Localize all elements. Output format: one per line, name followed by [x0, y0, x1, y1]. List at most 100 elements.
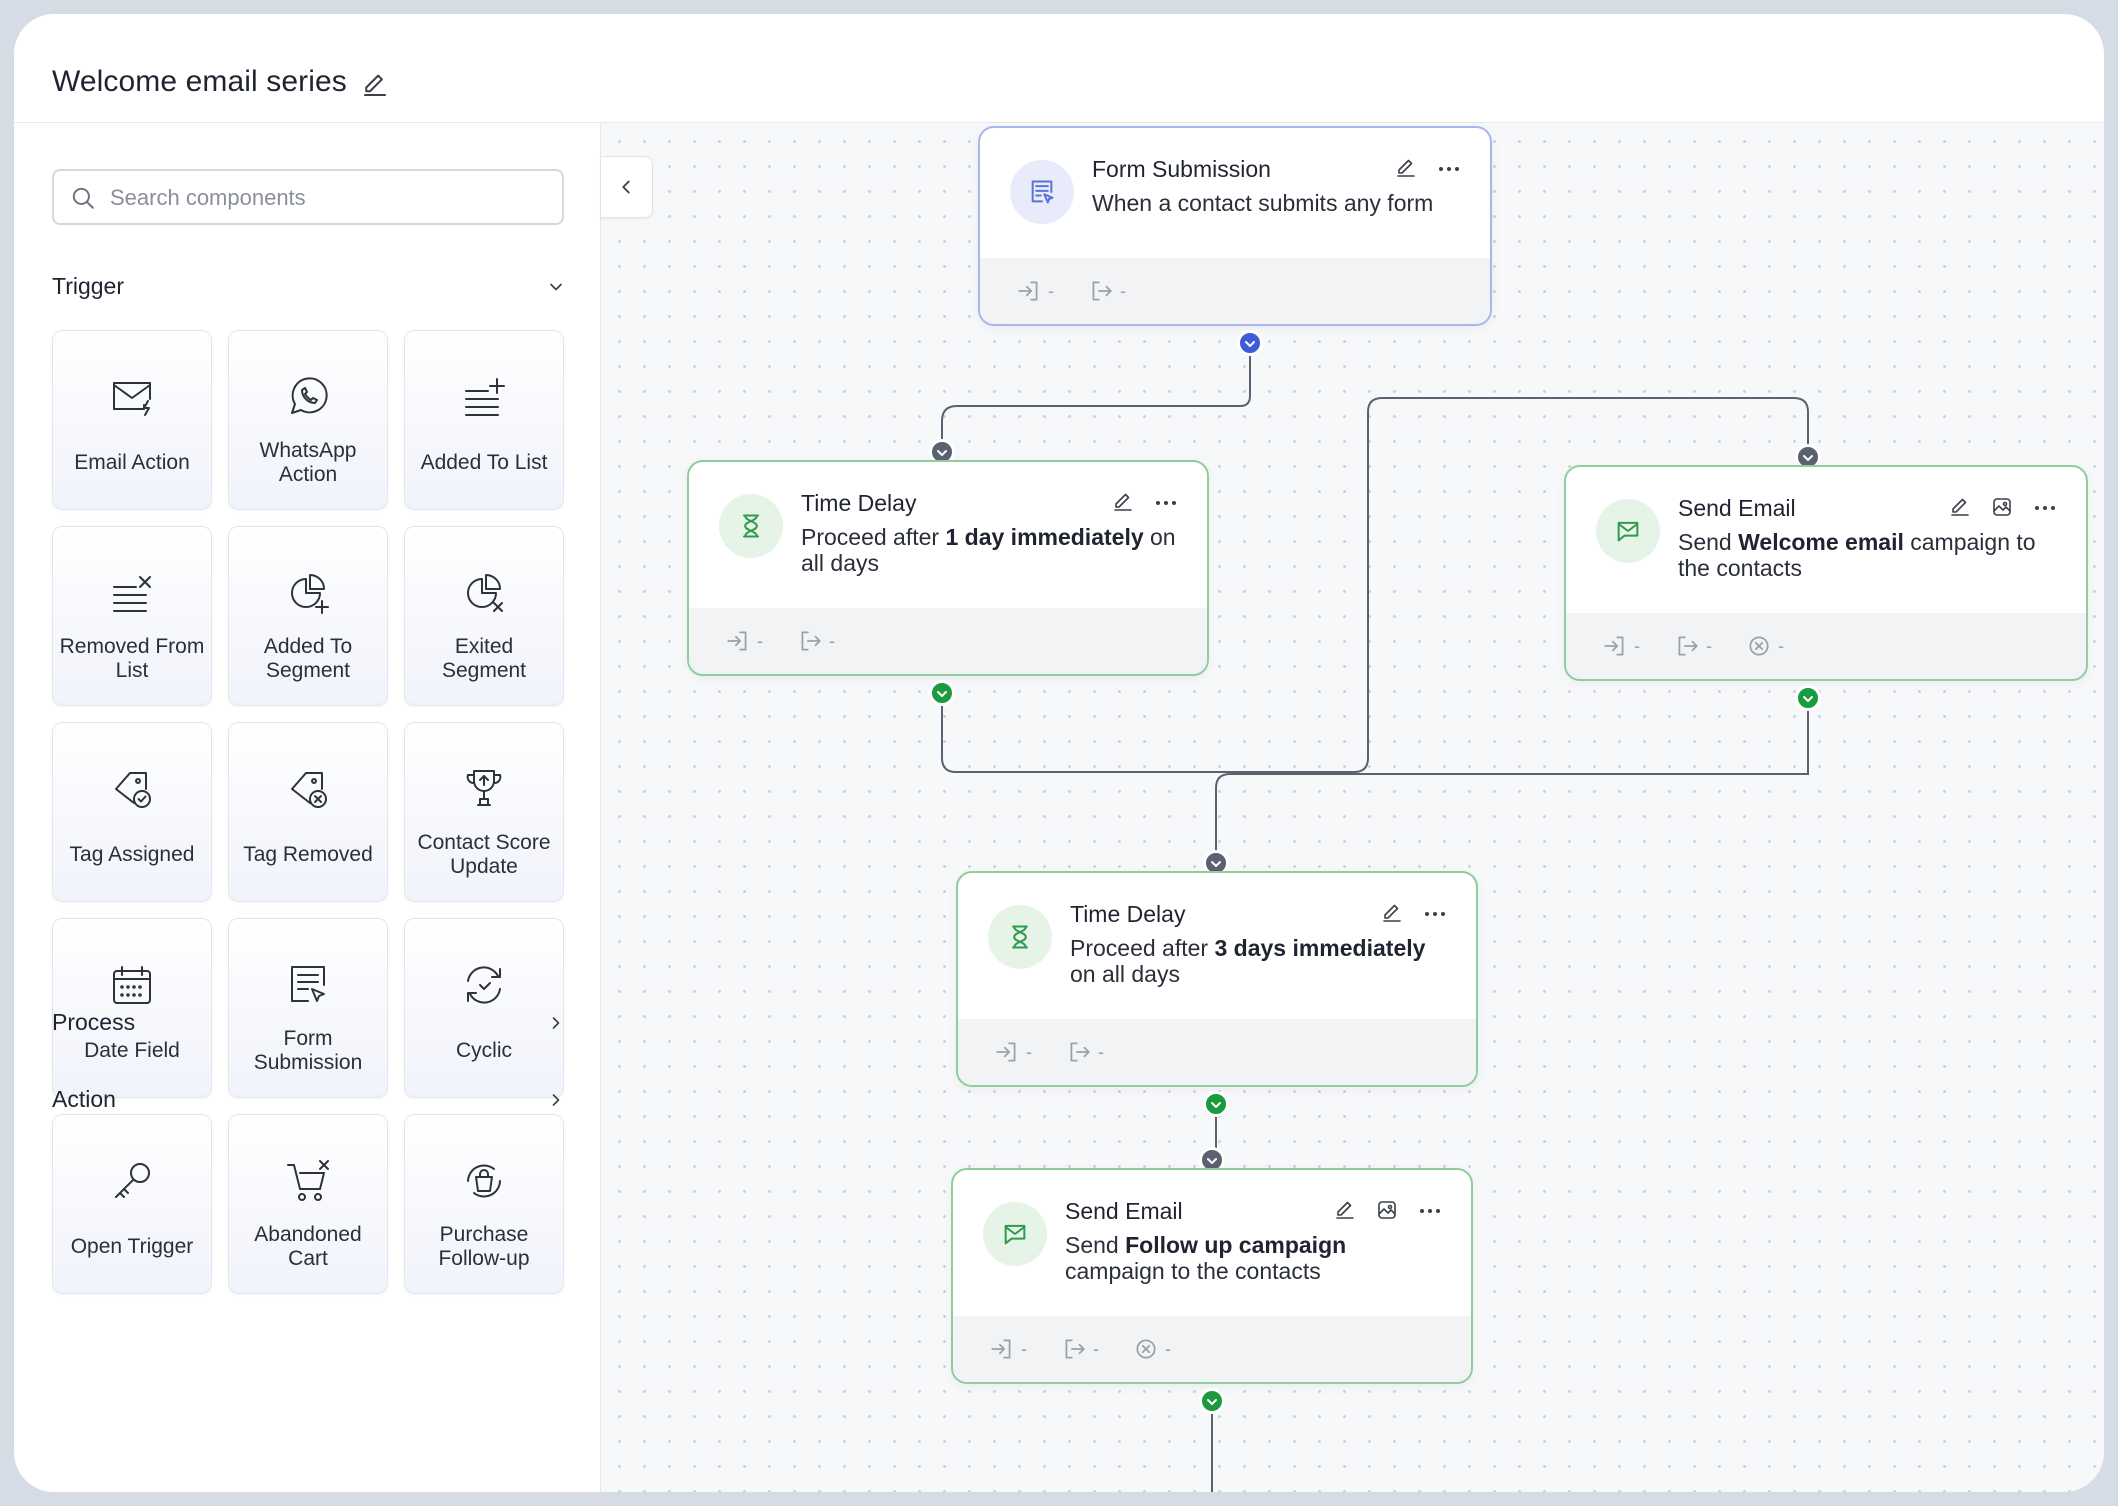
component-open-trigger[interactable]: Open Trigger	[52, 1114, 212, 1294]
failed-stat: -	[1746, 633, 1784, 659]
edit-title-icon[interactable]	[360, 70, 390, 100]
send-email-icon	[1617, 521, 1639, 542]
chevron-down-icon	[1207, 1399, 1217, 1405]
process-section-label: Process	[52, 1009, 136, 1035]
hourglass-icon	[1012, 925, 1028, 949]
chevron-down-icon	[937, 450, 947, 456]
more-options-icon[interactable]	[1153, 490, 1179, 516]
exited-count: -	[1706, 635, 1712, 656]
node-title: Form Submission	[1092, 156, 1271, 182]
component-label: Added To Segment	[263, 635, 353, 682]
chevron-down-icon	[1245, 341, 1255, 347]
edit-icon[interactable]	[1333, 1198, 1359, 1224]
desc-text: on all days	[1070, 961, 1180, 987]
search-input[interactable]	[108, 179, 552, 217]
component-whatsapp-action[interactable]: WhatsApp Action	[228, 330, 388, 510]
chevron-left-icon	[622, 180, 630, 194]
entered-stat: -	[1016, 278, 1054, 304]
node-send-email-2[interactable]: Send Email Send Follow up campaign campa…	[951, 1168, 1473, 1384]
component-purchase-follow-up[interactable]: Purchase Follow-up	[404, 1114, 564, 1294]
exited-count: -	[1093, 1338, 1099, 1359]
email1-output-handle[interactable]	[1795, 685, 1821, 711]
node-title: Send Email	[1678, 495, 1796, 521]
enter-icon	[991, 1339, 1011, 1359]
component-label: Added To List	[420, 451, 548, 474]
preview-image-icon[interactable]	[1375, 1198, 1401, 1224]
edit-icon[interactable]	[1394, 156, 1420, 182]
component-label: Exited Segment	[441, 635, 527, 682]
component-contact-score-update[interactable]: Contact Score Update	[404, 722, 564, 902]
component-label: Tag Assigned	[69, 843, 195, 866]
list-add-icon	[465, 378, 505, 416]
entered-stat: -	[725, 628, 763, 654]
node-stats: - -	[980, 258, 1490, 324]
chevron-down-icon	[1211, 1102, 1221, 1108]
exited-count: -	[1098, 1041, 1104, 1062]
exited-stat: -	[1061, 1336, 1099, 1362]
node-description: Proceed after 1 day immediately on all d…	[801, 524, 1177, 576]
more-options-icon[interactable]	[1417, 1198, 1443, 1224]
process-section-toggle[interactable]: Process	[52, 1003, 568, 1043]
component-removed-from-list[interactable]: Removed From List	[52, 526, 212, 706]
exit-icon	[1065, 1339, 1085, 1359]
component-label: Tag Removed	[243, 843, 373, 866]
node-icon	[988, 905, 1052, 969]
component-label: Open Trigger	[70, 1235, 194, 1258]
entered-stat: -	[989, 1336, 1027, 1362]
node-actions	[1948, 495, 2058, 521]
node-title: Send Email	[1065, 1198, 1183, 1224]
node-stats: - - -	[953, 1316, 1471, 1382]
edit-icon[interactable]	[1380, 901, 1406, 927]
component-tag-assigned[interactable]: Tag Assigned	[52, 722, 212, 902]
entered-count: -	[757, 630, 763, 651]
entered-stat: -	[1602, 633, 1640, 659]
desc-text: campaign to the contacts	[1065, 1258, 1321, 1284]
email2-output-handle[interactable]	[1199, 1388, 1225, 1414]
collapse-sidebar-button[interactable]	[601, 156, 653, 218]
node-stats: - - -	[1566, 613, 2086, 679]
delay1-output-handle[interactable]	[929, 680, 955, 706]
exit-icon	[1092, 281, 1112, 301]
delay2-output-handle[interactable]	[1203, 1091, 1229, 1117]
component-added-to-segment[interactable]: Added To Segment	[228, 526, 388, 706]
exited-stat: -	[797, 628, 835, 654]
component-exited-segment[interactable]: Exited Segment	[404, 526, 564, 706]
node-icon	[983, 1202, 1047, 1266]
preview-image-icon[interactable]	[1990, 495, 2016, 521]
enter-icon	[727, 631, 747, 651]
node-stats: - -	[958, 1019, 1476, 1085]
purchase-bag-icon	[467, 1164, 501, 1198]
component-abandoned-cart[interactable]: Abandoned Cart	[228, 1114, 388, 1294]
trigger-output-handle[interactable]	[1237, 330, 1263, 356]
entered-count: -	[1634, 635, 1640, 656]
component-added-to-list[interactable]: Added To List	[404, 330, 564, 510]
desc-text: Send	[1065, 1232, 1126, 1258]
node-time-delay-2[interactable]: Time Delay Proceed after 3 days immediat…	[956, 871, 1478, 1087]
node-stats: - -	[689, 608, 1207, 674]
node-title: Time Delay	[801, 490, 917, 516]
chevron-down-icon	[550, 283, 562, 291]
send-email-icon	[1004, 1224, 1026, 1245]
more-options-icon[interactable]	[1422, 901, 1448, 927]
failed-count: -	[1778, 635, 1784, 656]
trigger-section-toggle[interactable]: Trigger	[52, 267, 568, 307]
component-label: WhatsApp Action	[259, 439, 357, 486]
node-time-delay-1[interactable]: Time Delay Proceed after 1 day immediate…	[687, 460, 1209, 676]
chevron-right-icon	[552, 1094, 560, 1106]
action-section-label: Action	[52, 1086, 116, 1112]
node-send-email-1[interactable]: Send Email Send Welcome email campaign t…	[1564, 465, 2088, 681]
action-section-toggle[interactable]: Action	[52, 1080, 568, 1120]
node-form-submission[interactable]: Form Submission When a contact submits a…	[978, 126, 1492, 326]
chevron-down-icon	[1803, 696, 1813, 702]
failed-stat: -	[1133, 1336, 1171, 1362]
component-tag-removed[interactable]: Tag Removed	[228, 722, 388, 902]
more-options-icon[interactable]	[1436, 156, 1462, 182]
more-options-icon[interactable]	[2032, 495, 2058, 521]
edit-icon[interactable]	[1948, 495, 1974, 521]
edit-icon[interactable]	[1111, 490, 1137, 516]
component-label: Abandoned Cart	[254, 1223, 362, 1270]
form-icon	[1031, 180, 1054, 204]
exited-count: -	[829, 630, 835, 651]
component-email-action[interactable]: Email Action	[52, 330, 212, 510]
tag-check-icon	[115, 772, 151, 808]
